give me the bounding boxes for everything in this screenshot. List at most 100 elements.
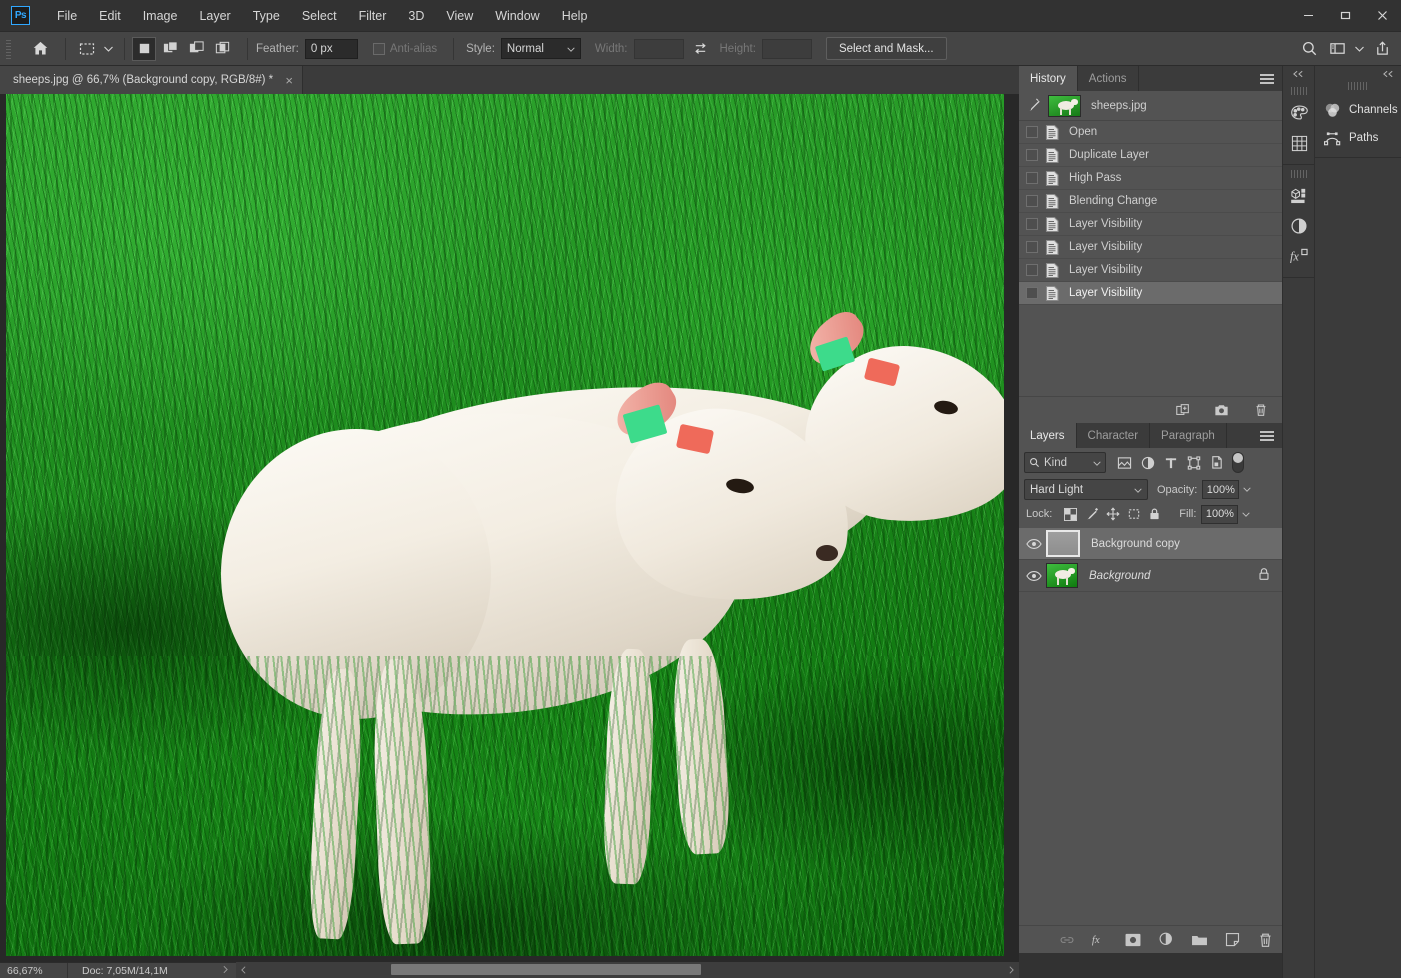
history-brush-icon[interactable] (1026, 97, 1044, 115)
channels-panel-item[interactable]: Channels (1315, 96, 1401, 124)
canvas-horizontal-scrollbar[interactable] (236, 962, 1019, 978)
menu-item-edit[interactable]: Edit (88, 5, 132, 27)
close-icon[interactable]: × (282, 74, 296, 87)
selection-mode-new-selection[interactable] (132, 36, 156, 61)
zoom-level-field[interactable]: 66,67% (0, 963, 68, 978)
selection-mode-add-to-selection[interactable] (158, 37, 182, 61)
document-tab[interactable]: sheeps.jpg @ 66,7% (Background copy, RGB… (0, 66, 304, 94)
menu-item-view[interactable]: View (435, 5, 484, 27)
opacity-value[interactable]: 100% (1202, 480, 1240, 499)
options-bar-grip[interactable] (4, 37, 13, 60)
link-layers-icon[interactable] (1058, 931, 1076, 949)
layer-row[interactable]: Background (1019, 560, 1282, 592)
blend-mode-select[interactable]: Hard Light (1024, 479, 1148, 500)
filter-toggle-switch[interactable] (1232, 452, 1244, 473)
history-panel-menu-icon[interactable] (1260, 73, 1274, 84)
tool-preset-chevron-down-icon[interactable] (100, 36, 116, 62)
shape-layer-filter-icon[interactable] (1182, 452, 1205, 473)
close-button[interactable] (1364, 0, 1401, 31)
feather-input[interactable]: 0 px (304, 38, 358, 59)
canvas-area[interactable] (0, 94, 1019, 978)
layer-filter-kind-select[interactable]: Kind (1024, 452, 1106, 473)
cpanel-grip[interactable] (1348, 82, 1368, 90)
history-state-row[interactable]: Blending Change (1019, 190, 1282, 213)
menu-item-3d[interactable]: 3D (397, 5, 435, 27)
history-state-snapshot-checkbox[interactable] (1026, 264, 1038, 276)
layer-thumbnail[interactable] (1046, 563, 1078, 588)
lock-image-pixels-icon[interactable] (1081, 504, 1102, 524)
layer-row[interactable]: Background copy (1019, 528, 1282, 560)
layer-styles-fx-icon[interactable]: fx (1283, 241, 1315, 271)
tab-layers[interactable]: Layers (1019, 423, 1077, 448)
add-layer-style-icon[interactable]: fx (1091, 931, 1109, 949)
workspace-icon[interactable] (1324, 36, 1350, 62)
lock-all-icon[interactable] (1144, 504, 1165, 524)
workspace-chevron-down-icon[interactable] (1352, 36, 1367, 62)
width-input[interactable] (633, 38, 684, 59)
color-swatches-icon[interactable] (1283, 98, 1315, 128)
fill-value[interactable]: 100% (1201, 504, 1239, 524)
rectangular-marquee-icon[interactable] (74, 36, 100, 62)
tab-paragraph[interactable]: Paragraph (1150, 423, 1227, 448)
selection-mode-intersect-with-selection[interactable] (210, 37, 234, 61)
select-and-mask-button[interactable]: Select and Mask... (825, 37, 947, 60)
menu-item-type[interactable]: Type (242, 5, 291, 27)
home-icon[interactable] (27, 36, 53, 62)
history-state-row[interactable]: Open (1019, 121, 1282, 144)
paths-panel-item[interactable]: Paths (1315, 124, 1401, 152)
history-state-row[interactable]: Layer Visibility (1019, 259, 1282, 282)
search-icon[interactable] (1296, 36, 1322, 62)
tab-character[interactable]: Character (1076, 423, 1151, 448)
fill-chevron-down-icon[interactable] (1238, 505, 1253, 524)
lock-transparent-pixels-icon[interactable] (1060, 504, 1081, 524)
adjustments-icon[interactable] (1283, 211, 1315, 241)
history-state-snapshot-checkbox[interactable] (1026, 287, 1038, 299)
anti-alias-checkbox[interactable]: Anti-alias (372, 42, 437, 55)
menu-item-window[interactable]: Window (484, 5, 550, 27)
lock-position-icon[interactable] (1102, 504, 1123, 524)
tab-actions[interactable]: Actions (1077, 66, 1139, 91)
history-state-row[interactable]: Layer Visibility (1019, 282, 1282, 305)
horizontal-scrollbar-thumb[interactable] (391, 964, 701, 975)
history-state-row[interactable]: Layer Visibility (1019, 213, 1282, 236)
document-image[interactable] (6, 94, 1004, 956)
create-snapshot-icon[interactable] (1213, 402, 1230, 419)
layer-thumbnail[interactable] (1046, 530, 1080, 557)
anti-alias-checkbox-box[interactable] (372, 42, 385, 55)
tab-history[interactable]: History (1019, 66, 1078, 91)
history-state-snapshot-checkbox[interactable] (1026, 195, 1038, 207)
document-info[interactable]: Doc: 7,05M/14,1M (68, 965, 236, 977)
rail-group-grip[interactable] (1290, 87, 1307, 95)
menu-item-image[interactable]: Image (132, 5, 189, 27)
layer-visibility-eye-icon[interactable] (1022, 532, 1046, 556)
layer-visibility-eye-icon[interactable] (1022, 564, 1046, 588)
history-snapshot-row[interactable]: sheeps.jpg (1019, 91, 1282, 121)
lock-artboard-nesting-icon[interactable] (1123, 504, 1144, 524)
history-state-snapshot-checkbox[interactable] (1026, 149, 1038, 161)
new-layer-icon[interactable] (1223, 931, 1241, 949)
type-layer-filter-icon[interactable] (1159, 452, 1182, 473)
layers-panel-menu-icon[interactable] (1260, 430, 1274, 441)
adjustment-layer-filter-icon[interactable] (1136, 452, 1159, 473)
rail-group-grip-2[interactable] (1290, 170, 1307, 178)
maximize-button[interactable] (1327, 0, 1364, 31)
chevron-right-icon[interactable] (1004, 962, 1019, 978)
3d-panel-icon[interactable] (1283, 181, 1315, 211)
history-state-snapshot-checkbox[interactable] (1026, 241, 1038, 253)
height-input[interactable] (761, 38, 812, 59)
chevron-left-icon[interactable] (236, 962, 251, 978)
delete-state-icon[interactable] (1252, 402, 1269, 419)
menu-item-file[interactable]: File (46, 5, 88, 27)
menu-item-select[interactable]: Select (291, 5, 348, 27)
rail-double-chevron-left-icon[interactable] (1283, 66, 1314, 82)
menu-item-filter[interactable]: Filter (348, 5, 398, 27)
swap-width-height-icon[interactable] (688, 36, 714, 62)
history-state-row[interactable]: High Pass (1019, 167, 1282, 190)
add-layer-mask-icon[interactable] (1124, 931, 1142, 949)
new-group-icon[interactable] (1190, 931, 1208, 949)
share-icon[interactable] (1369, 36, 1395, 62)
history-state-row[interactable]: Duplicate Layer (1019, 144, 1282, 167)
pixel-layer-filter-icon[interactable] (1113, 452, 1136, 473)
selection-mode-subtract-from-selection[interactable] (184, 37, 208, 61)
swatches-grid-icon[interactable] (1283, 128, 1315, 158)
